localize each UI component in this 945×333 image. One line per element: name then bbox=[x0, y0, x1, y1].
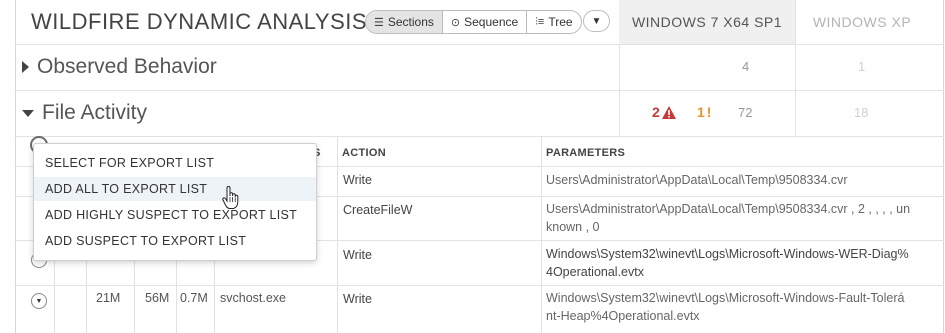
view-mode-toggle: ☰ Sections ⊙ Sequence ⫶≡ Tree bbox=[365, 10, 582, 34]
menu-item-add-suspect-to-export[interactable]: ADD SUSPECT TO EXPORT LIST bbox=[34, 229, 316, 253]
menu-item-select-for-export[interactable]: SELECT FOR EXPORT LIST bbox=[34, 151, 316, 175]
section-title-label: Observed Behavior bbox=[37, 55, 217, 78]
parameters-cell-line-1: Users\Administrator\AppData\Local\Temp\9… bbox=[546, 202, 911, 216]
caret-down-icon bbox=[22, 109, 34, 117]
warning-triangle-icon bbox=[661, 105, 676, 119]
section-title-label: File Activity bbox=[42, 101, 148, 124]
action-cell: Write bbox=[343, 292, 372, 306]
chevron-down-icon: ▼ bbox=[35, 297, 43, 305]
win7-count: 4 bbox=[742, 59, 750, 74]
page-title: WILDFIRE DYNAMIC ANALYSIS bbox=[31, 9, 368, 34]
parameters-cell-line-2: known , 0 bbox=[546, 220, 600, 234]
divider bbox=[15, 285, 944, 286]
hand-cursor-icon bbox=[222, 186, 239, 209]
divider bbox=[619, 44, 620, 136]
divider bbox=[15, 136, 944, 137]
winxp-count: 1 bbox=[858, 59, 866, 74]
parameters-cell-line-1: Windows\System32\winevt\Logs\Microsoft-W… bbox=[546, 291, 905, 305]
list-icon: ☰ bbox=[374, 16, 384, 29]
medium-risk-number: 1 bbox=[697, 104, 705, 120]
row-expand-button[interactable]: ▼ bbox=[31, 293, 47, 309]
column-header-action: ACTION bbox=[342, 147, 386, 159]
export-menu: SELECT FOR EXPORT LIST ADD ALL TO EXPORT… bbox=[33, 143, 317, 261]
size-cell: 56M bbox=[145, 291, 170, 305]
exclamation-icon: ! bbox=[706, 104, 712, 120]
process-cell: svchost.exe bbox=[220, 291, 287, 305]
section-file-activity[interactable]: File Activity bbox=[22, 101, 147, 125]
divider bbox=[795, 0, 796, 136]
tab-windows-7[interactable]: WINDOWS 7 X64 SP1 bbox=[619, 0, 795, 44]
size-cell: 0.7M bbox=[180, 291, 208, 305]
section-observed-behavior[interactable]: Observed Behavior bbox=[22, 55, 217, 79]
parameters-cell-line-2: 4Operational.evtx bbox=[546, 265, 644, 279]
high-risk-number: 2 bbox=[652, 104, 660, 120]
divider bbox=[15, 90, 944, 91]
tab-windows-xp[interactable]: WINDOWS XP bbox=[795, 0, 929, 44]
caret-right-icon bbox=[22, 61, 29, 73]
action-cell: CreateFileW bbox=[343, 203, 413, 217]
size-cell: 21M bbox=[96, 291, 121, 305]
filter-button[interactable]: ▼ bbox=[583, 10, 610, 32]
winxp-count: 18 bbox=[854, 105, 869, 120]
tree-icon: ⫶≡ bbox=[535, 15, 545, 28]
action-cell: Write bbox=[343, 173, 372, 187]
menu-item-add-highly-suspect-to-export[interactable]: ADD HIGHLY SUSPECT TO EXPORT LIST bbox=[34, 203, 316, 227]
view-sections-label: Sections bbox=[387, 15, 434, 29]
parameters-cell-line-1: Windows\System32\winevt\Logs\Microsoft-W… bbox=[546, 247, 909, 261]
parameters-cell-line-2: nt-Heap%4Operational.evtx bbox=[546, 309, 700, 323]
menu-item-add-all-to-export[interactable]: ADD ALL TO EXPORT LIST bbox=[34, 177, 316, 201]
action-cell: Write bbox=[343, 248, 372, 262]
divider bbox=[15, 44, 944, 45]
view-tree-label: Tree bbox=[548, 15, 573, 29]
view-sections-button[interactable]: ☰ Sections bbox=[366, 11, 443, 33]
column-header-parameters: PARAMETERS bbox=[546, 147, 626, 159]
clock-icon: ⊙ bbox=[450, 16, 461, 29]
parameters-cell: Users\Administrator\AppData\Local\Temp\9… bbox=[546, 173, 848, 187]
win7-count: 72 bbox=[738, 105, 753, 120]
filter-icon: ▼ bbox=[591, 15, 602, 27]
view-sequence-label: Sequence bbox=[464, 15, 519, 29]
view-sequence-button[interactable]: ⊙ Sequence bbox=[443, 11, 528, 33]
medium-risk-count: 1 ! bbox=[697, 104, 711, 120]
view-tree-button[interactable]: ⫶≡ Tree bbox=[527, 11, 580, 33]
column-divider bbox=[541, 136, 542, 333]
high-risk-count: 2 bbox=[652, 104, 676, 120]
column-divider bbox=[337, 136, 338, 333]
